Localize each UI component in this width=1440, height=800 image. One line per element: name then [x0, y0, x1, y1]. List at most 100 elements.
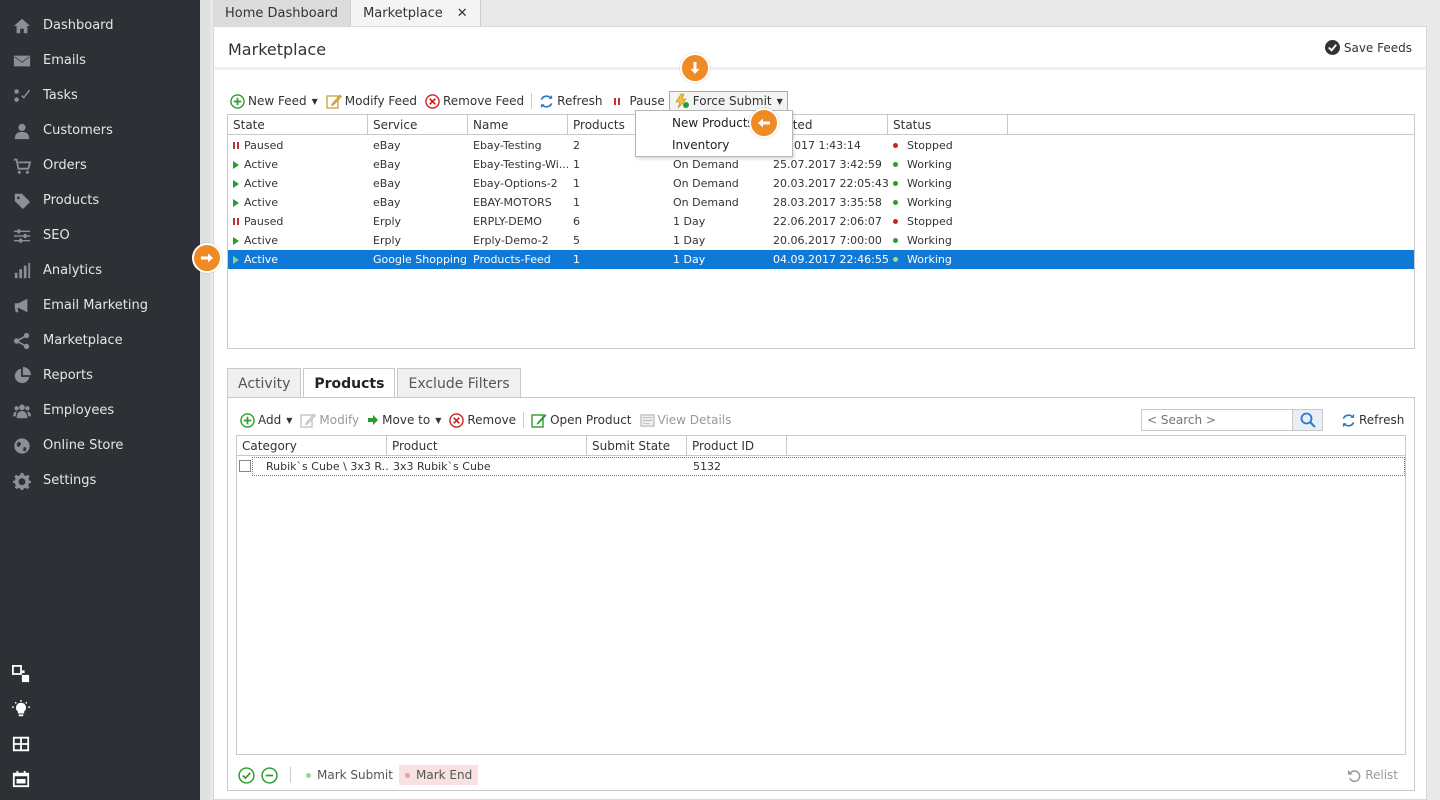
search-button[interactable]	[1292, 410, 1322, 430]
details-icon	[639, 413, 655, 427]
cell-state: Active	[244, 234, 279, 247]
view-details-label: View Details	[657, 413, 732, 427]
tab-exclude-filters[interactable]: Exclude Filters	[397, 368, 521, 398]
remove-label: Remove	[467, 413, 517, 427]
table-row[interactable]: Active eBay Ebay-Options-2 1 On Demand 2…	[228, 174, 1414, 193]
table-row[interactable]: Active eBay EBAY-MOTORS 1 On Demand 28.0…	[228, 193, 1414, 212]
tab-activity[interactable]: Activity	[227, 368, 302, 398]
modify-label: Modify	[319, 413, 360, 427]
table-row[interactable]: Active eBay Ebay-Testing-Wi... 1 On Dema…	[228, 155, 1414, 174]
sidebar-item-orders[interactable]: Orders	[0, 148, 200, 183]
cell-name: Ebay-Testing-Wi...	[473, 158, 568, 171]
table-row[interactable]: Active Erply Erply-Demo-2 5 1 Day 20.06.…	[228, 231, 1414, 250]
sidebar-item-online-store[interactable]: Online Store	[0, 428, 200, 463]
close-icon[interactable]: ✕	[457, 6, 468, 21]
tab-home-dashboard[interactable]: Home Dashboard	[213, 0, 352, 26]
cell-state: Active	[244, 177, 279, 190]
feeds-table: State Service Name Products mitted Statu…	[227, 114, 1415, 349]
column-submit-state[interactable]: Submit State	[587, 436, 687, 456]
layout-icon[interactable]	[10, 733, 32, 755]
sidebar-item-employees[interactable]: Employees	[0, 393, 200, 428]
sidebar-item-marketplace[interactable]: Marketplace	[0, 323, 200, 358]
column-category[interactable]: Category	[237, 436, 387, 456]
lightbulb-icon[interactable]	[10, 698, 32, 720]
sidebar-item-analytics[interactable]: Analytics	[0, 253, 200, 288]
pause-feed-button[interactable]: Pause	[610, 91, 668, 111]
page-title: Marketplace	[228, 40, 327, 59]
cell-products: 5	[573, 234, 580, 247]
remove-feed-button[interactable]: Remove Feed	[421, 91, 528, 111]
column-product[interactable]: Product	[387, 436, 587, 456]
windows-icon[interactable]	[10, 663, 32, 685]
sidebar-item-seo[interactable]: SEO	[0, 218, 200, 253]
move-to-button[interactable]: Move to ▼	[363, 410, 445, 430]
column-status[interactable]: Status	[888, 115, 1008, 135]
sliders-icon	[12, 226, 32, 246]
column-product-id[interactable]: Product ID	[687, 436, 787, 456]
sidebar-item-emails[interactable]: Emails	[0, 43, 200, 78]
column-service[interactable]: Service	[368, 115, 468, 135]
refresh-label: Refresh	[1359, 413, 1405, 427]
sidebar-item-settings[interactable]: Settings	[0, 463, 200, 498]
cell-name: Ebay-Testing	[473, 139, 542, 152]
cell-status: Working	[907, 158, 952, 171]
cell-status: Working	[907, 234, 952, 247]
cell-submitted: 22.06.2017 2:06:07	[773, 215, 882, 228]
cell-service: Google Shopping	[373, 253, 467, 266]
open-product-button[interactable]: Open Product	[527, 410, 635, 430]
new-feed-button[interactable]: New Feed ▼	[226, 91, 322, 111]
search-input[interactable]	[1142, 410, 1292, 430]
play-icon	[233, 179, 239, 188]
force-submit-label: Force Submit	[692, 94, 772, 108]
check-circle-icon[interactable]	[238, 766, 255, 784]
calendar-icon[interactable]	[10, 768, 32, 790]
mark-end-button[interactable]: Mark End	[398, 765, 479, 785]
remove-product-button[interactable]: Remove	[445, 410, 520, 430]
cell-state: Active	[244, 196, 279, 209]
table-row[interactable]: Paused eBay Ebay-Testing 2 .3.2017 1:43:…	[228, 136, 1414, 155]
sidebar-item-reports[interactable]: Reports	[0, 358, 200, 393]
add-product-button[interactable]: Add ▼	[236, 410, 296, 430]
sidebar-item-label: Employees	[43, 403, 115, 418]
dot-icon	[404, 772, 410, 778]
toolbar-separator	[523, 412, 525, 428]
menu-item-inventory[interactable]: Inventory	[672, 138, 729, 152]
cell-products: 6	[573, 215, 580, 228]
view-details-button[interactable]: View Details	[636, 410, 736, 430]
sidebar-item-label: Settings	[43, 473, 97, 488]
table-row[interactable]: Rubik`s Cube \ 3x3 R... 3x3 Rubik`s Cube…	[252, 457, 1405, 476]
refresh-feeds-button[interactable]: Refresh	[535, 91, 606, 111]
marketplace-panel: Marketplace Save Feeds New Feed ▼ Modify…	[213, 26, 1427, 800]
force-submit-button[interactable]: Force Submit ▼	[668, 91, 788, 111]
sidebar-item-email-marketing[interactable]: Email Marketing	[0, 288, 200, 323]
table-row-selected[interactable]: Active Google Shopping Products-Feed 1 1…	[228, 250, 1414, 269]
tab-label: Home Dashboard	[225, 5, 339, 21]
modify-feed-button[interactable]: Modify Feed	[322, 91, 421, 111]
sidebar-item-tasks[interactable]: Tasks	[0, 78, 200, 113]
relist-button[interactable]: Relist	[1343, 765, 1402, 785]
mark-submit-button[interactable]: Mark Submit	[300, 765, 399, 785]
menu-item-new-products[interactable]: New Products	[672, 116, 754, 130]
sidebar-item-dashboard[interactable]: Dashboard	[0, 8, 200, 43]
pause-label: Pause	[629, 94, 665, 108]
refresh-icon	[1342, 413, 1355, 427]
cell-submitted: 20.03.2017 22:05:43	[773, 177, 888, 190]
products-footer: Mark Submit Mark End Relist	[228, 760, 1414, 790]
product-search	[1141, 409, 1323, 431]
paused-icon	[233, 142, 239, 149]
cell-product: 3x3 Rubik`s Cube	[393, 460, 491, 473]
status-dot-icon	[893, 162, 898, 167]
sidebar-item-customers[interactable]: Customers	[0, 113, 200, 148]
row-checkbox[interactable]	[239, 460, 251, 472]
tab-label: Marketplace	[363, 5, 443, 21]
sidebar-item-products[interactable]: Products	[0, 183, 200, 218]
table-row[interactable]: Paused Erply ERPLY-DEMO 6 1 Day 22.06.20…	[228, 212, 1414, 231]
column-name[interactable]: Name	[468, 115, 568, 135]
save-feeds-button[interactable]: Save Feeds	[1324, 40, 1412, 55]
refresh-products-button[interactable]: Refresh	[1337, 410, 1408, 430]
tab-marketplace[interactable]: Marketplace ✕	[351, 0, 481, 26]
tab-products[interactable]: Products	[303, 368, 396, 399]
minus-circle-icon[interactable]	[261, 766, 278, 784]
column-state[interactable]: State	[228, 115, 368, 135]
modify-product-button[interactable]: Modify	[296, 410, 363, 430]
